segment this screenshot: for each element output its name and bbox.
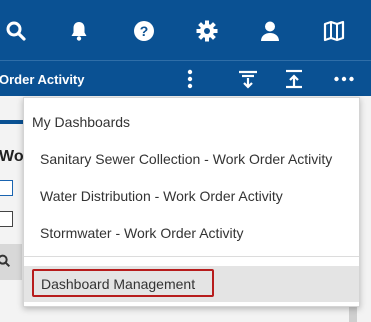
horizontal-ellipsis-icon[interactable] <box>332 67 356 91</box>
menu-item-sanitary-sewer[interactable]: Sanitary Sewer Collection - Work Order A… <box>40 151 332 167</box>
checkbox[interactable] <box>0 180 13 196</box>
gear-icon[interactable] <box>195 19 219 43</box>
expand-up-icon[interactable] <box>282 67 306 91</box>
menu-divider <box>24 256 359 257</box>
dashboards-dropdown-menu: My Dashboards Sanitary Sewer Collection … <box>23 97 360 307</box>
collapse-down-icon[interactable] <box>236 67 260 91</box>
top-navigation-bar: ? <box>0 0 371 60</box>
user-icon[interactable] <box>258 19 282 43</box>
widget-title: Wo <box>0 148 24 165</box>
help-icon[interactable]: ? <box>132 19 156 43</box>
search-button[interactable] <box>0 244 22 280</box>
menu-item-dashboard-management[interactable]: Dashboard Management <box>24 266 359 302</box>
dashboard-title: Order Activity <box>0 72 85 87</box>
dashboard-toolbar: Order Activity <box>0 60 371 97</box>
menu-item-label: Dashboard Management <box>41 276 196 292</box>
map-icon[interactable] <box>322 19 346 43</box>
menu-item-water-distribution[interactable]: Water Distribution - Work Order Activity <box>40 188 283 204</box>
menu-header: My Dashboards <box>32 114 131 130</box>
checkbox[interactable] <box>0 211 13 227</box>
vertical-ellipsis-icon[interactable] <box>178 67 202 91</box>
search-icon[interactable] <box>4 19 28 43</box>
search-icon <box>0 254 11 268</box>
svg-text:?: ? <box>140 23 149 39</box>
menu-item-stormwater[interactable]: Stormwater - Work Order Activity <box>40 225 244 241</box>
bell-icon[interactable] <box>67 19 91 43</box>
active-tab-indicator <box>0 120 24 124</box>
